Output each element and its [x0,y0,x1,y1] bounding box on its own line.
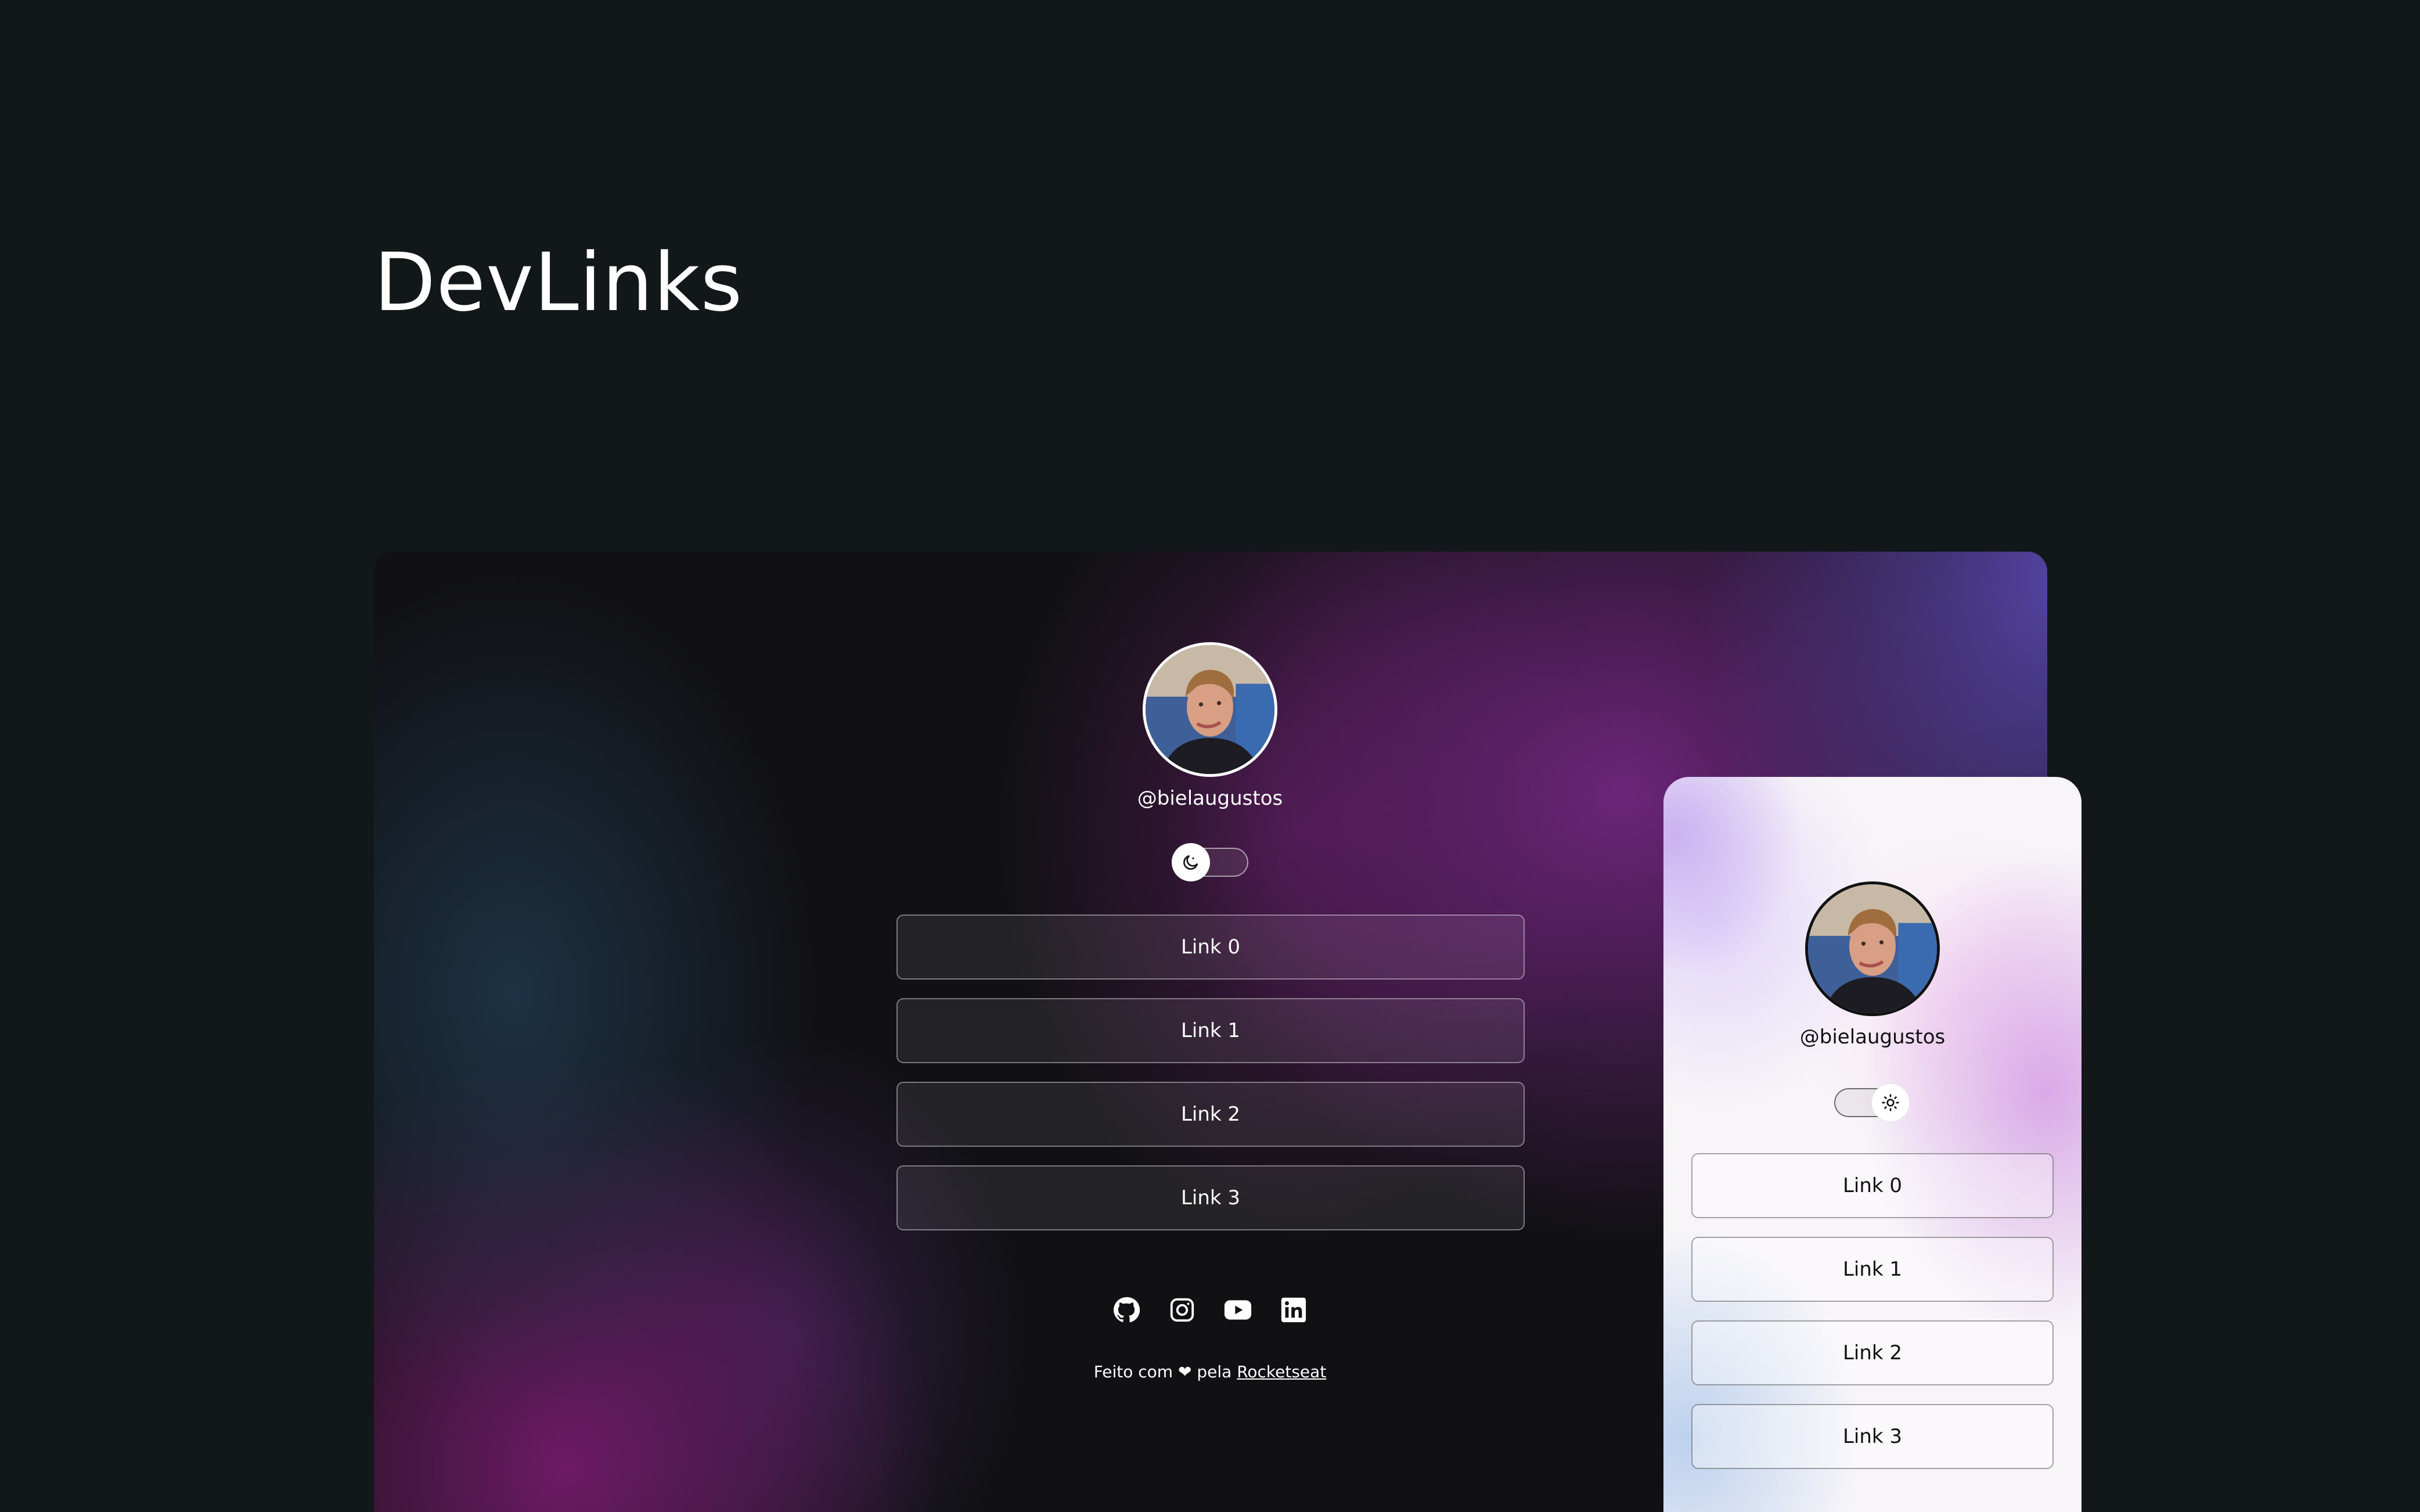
moon-icon [1172,843,1210,881]
link-button[interactable]: Link 0 [896,915,1525,980]
links-list: Link 0 Link 1 Link 2 Link 3 [896,915,1525,1249]
heart-icon: ❤ [1177,1362,1192,1381]
instagram-icon[interactable] [1168,1296,1196,1324]
light-theme-preview: @bielaugustos Link 0 Link 1 Link 2 Link … [1663,777,2082,1512]
links-list: Link 0 Link 1 Link 2 Link 3 [1691,1153,2054,1488]
footer-middle: pela [1197,1362,1232,1381]
link-button[interactable]: Link 2 [896,1082,1525,1147]
sun-icon [1871,1083,1910,1122]
social-links [1094,1293,1326,1327]
link-button[interactable]: Link 1 [1691,1237,2054,1302]
link-button[interactable]: Link 2 [1691,1320,2054,1385]
theme-toggle[interactable] [1172,843,1248,881]
rocketseat-link[interactable]: Rocketseat [1237,1362,1326,1381]
username: @bielaugustos [1137,787,1283,810]
avatar-photo [1808,884,1937,1013]
page-title: DevLinks [374,236,743,329]
avatar [1805,881,1940,1016]
link-button[interactable]: Link 3 [896,1165,1525,1230]
theme-toggle[interactable] [1834,1083,1910,1122]
username: @bielaugustos [1799,1025,1946,1049]
footer: Feito com ❤ pela Rocketseat [978,1362,1442,1381]
avatar [1143,642,1277,777]
footer-prefix: Feito com [1093,1362,1173,1381]
linkedin-icon[interactable] [1280,1296,1308,1324]
youtube-icon[interactable] [1224,1296,1252,1324]
link-button[interactable]: Link 0 [1691,1153,2054,1218]
github-icon[interactable] [1112,1296,1140,1324]
link-button[interactable]: Link 3 [1691,1404,2054,1469]
link-button[interactable]: Link 1 [896,998,1525,1063]
avatar-photo [1146,645,1274,774]
